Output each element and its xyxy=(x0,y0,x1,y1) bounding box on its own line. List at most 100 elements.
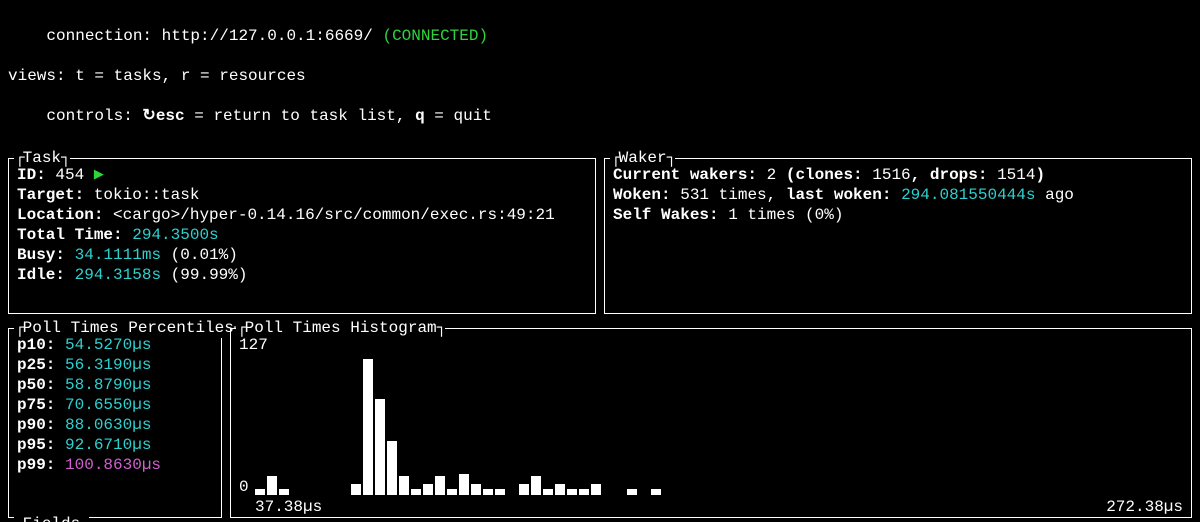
hist-bar xyxy=(591,484,601,495)
waker-current-line: Current wakers: 2 (clones: 1516, drops: … xyxy=(613,165,1183,185)
task-total-line: Total Time: 294.3500s xyxy=(17,225,587,245)
percentile-value: 58.8790µs xyxy=(55,376,151,394)
task-busy-line: Busy: 34.1111ms (0.01%) xyxy=(17,245,587,265)
hist-bar xyxy=(543,489,553,495)
waker-legend: ┌Waker┐ xyxy=(610,148,675,168)
waker-panel: ┌Waker┐ Current wakers: 2 (clones: 1516,… xyxy=(604,158,1192,314)
hist-bar xyxy=(471,484,481,495)
conn-status: (CONNECTED) xyxy=(382,27,488,45)
hist-bar xyxy=(279,489,289,495)
task-panel: ┌Task┐ ID: 454 ▶ Target: tokio::task Loc… xyxy=(8,158,596,314)
percentile-value: 56.3190µs xyxy=(55,356,151,374)
busy-pct: (0.01%) xyxy=(171,246,238,264)
header: connection: http://127.0.0.1:6669/ (CONN… xyxy=(8,6,1192,146)
hist-bar xyxy=(555,484,565,495)
percentile-label: p90: xyxy=(17,416,55,434)
histogram-panel: ┌Poll Times Histogram┐ 127 0 37.38µs 272… xyxy=(230,328,1192,518)
task-legend: ┌Task┐ xyxy=(14,148,70,168)
idle-label: Idle: xyxy=(17,266,65,284)
location-label: Location: xyxy=(17,206,103,224)
hist-bar xyxy=(411,489,421,495)
task-id-line: ID: 454 ▶ xyxy=(17,165,587,185)
percentile-row: p10: 54.5270µs xyxy=(17,335,213,355)
percentile-row: p90: 88.0630µs xyxy=(17,415,213,435)
hist-bar xyxy=(483,489,493,495)
hist-bar xyxy=(519,484,529,495)
conn-url: http://127.0.0.1:6669/ xyxy=(162,27,373,45)
waker-clones: 1516 xyxy=(872,166,910,184)
hist-bar xyxy=(531,476,541,495)
percentile-value: 54.5270µs xyxy=(55,336,151,354)
percentile-label: p75: xyxy=(17,396,55,414)
percentile-row: p50: 58.8790µs xyxy=(17,375,213,395)
percentiles-legend: ┌Poll Times Percentiles┐ xyxy=(14,318,242,338)
connection-line: connection: http://127.0.0.1:6669/ (CONN… xyxy=(8,6,1192,66)
percentile-row: p95: 92.6710µs xyxy=(17,435,213,455)
hist-bar xyxy=(351,484,361,495)
task-target-line: Target: tokio::task xyxy=(17,185,587,205)
percentile-label: p99: xyxy=(17,456,55,474)
hist-bar xyxy=(495,489,505,495)
hist-bars xyxy=(255,359,1183,495)
hist-bar xyxy=(363,359,373,495)
percentile-value: 88.0630µs xyxy=(55,416,151,434)
hist-ymax: 127 xyxy=(239,335,268,355)
views-line: views: t = tasks, r = resources xyxy=(8,66,1192,86)
waker-drops: 1514 xyxy=(997,166,1035,184)
percentile-label: p50: xyxy=(17,376,55,394)
waker-current: 2 xyxy=(767,166,777,184)
percentile-value: 92.6710µs xyxy=(55,436,151,454)
controls-esc: ↻esc xyxy=(142,107,184,125)
play-icon: ▶ xyxy=(94,167,104,182)
percentile-label: p95: xyxy=(17,436,55,454)
controls-esc-desc: = return to task list, xyxy=(185,107,415,125)
hist-bar xyxy=(255,489,265,495)
controls-q: q xyxy=(415,107,425,125)
task-idle-line: Idle: 294.3158s (99.99%) xyxy=(17,265,587,285)
hist-bar xyxy=(459,474,469,495)
waker-last: 294.081550444s xyxy=(901,186,1035,204)
percentiles-panel: ┌Poll Times Percentiles┐ p10: 54.5270µsp… xyxy=(8,328,222,518)
hist-bar xyxy=(267,476,277,495)
percentile-row: p75: 70.6550µs xyxy=(17,395,213,415)
hist-bar xyxy=(423,484,433,495)
conn-label: connection: xyxy=(46,27,161,45)
task-target: tokio::task xyxy=(94,186,200,204)
hist-bar xyxy=(579,489,589,495)
percentile-value: 70.6550µs xyxy=(55,396,151,414)
hist-yzero: 0 xyxy=(239,477,249,497)
busy-time: 34.1111ms xyxy=(75,246,161,264)
idle-time: 294.3158s xyxy=(75,266,161,284)
fields-legend: ┌Fields┐ xyxy=(14,514,89,522)
controls-prefix: controls: xyxy=(46,107,142,125)
target-label: Target: xyxy=(17,186,84,204)
hist-bar xyxy=(651,489,661,495)
task-location-line: Location: <cargo>/hyper-0.14.16/src/comm… xyxy=(17,205,587,225)
total-time: 294.3500s xyxy=(132,226,218,244)
controls-q-desc: = quit xyxy=(425,107,492,125)
hist-bar xyxy=(387,441,397,495)
hist-bar xyxy=(447,489,457,495)
task-location: <cargo>/hyper-0.14.16/src/common/exec.rs… xyxy=(113,206,555,224)
waker-woken-line: Woken: 531 times, last woken: 294.081550… xyxy=(613,185,1183,205)
percentile-value: 100.8630µs xyxy=(55,456,161,474)
hist-bar xyxy=(399,476,409,495)
controls-line: controls: ↻esc = return to task list, q … xyxy=(8,86,1192,146)
busy-label: Busy: xyxy=(17,246,65,264)
waker-self-count: 1 xyxy=(728,206,738,224)
idle-pct: (99.99%) xyxy=(171,266,248,284)
hist-bar xyxy=(435,476,445,495)
percentile-label: p25: xyxy=(17,356,55,374)
percentile-row: p99: 100.8630µs xyxy=(17,455,213,475)
hist-bar xyxy=(627,489,637,495)
id-label: ID: xyxy=(17,166,46,184)
percentile-row: p25: 56.3190µs xyxy=(17,355,213,375)
waker-woken: 531 xyxy=(680,186,709,204)
total-label: Total Time: xyxy=(17,226,123,244)
hist-xmin: 37.38µs xyxy=(255,497,322,517)
hist-bar xyxy=(567,489,577,495)
hist-bar xyxy=(375,399,385,495)
hist-xmax: 272.38µs xyxy=(1106,497,1183,517)
task-id: 454 xyxy=(55,166,84,184)
percentile-label: p10: xyxy=(17,336,55,354)
